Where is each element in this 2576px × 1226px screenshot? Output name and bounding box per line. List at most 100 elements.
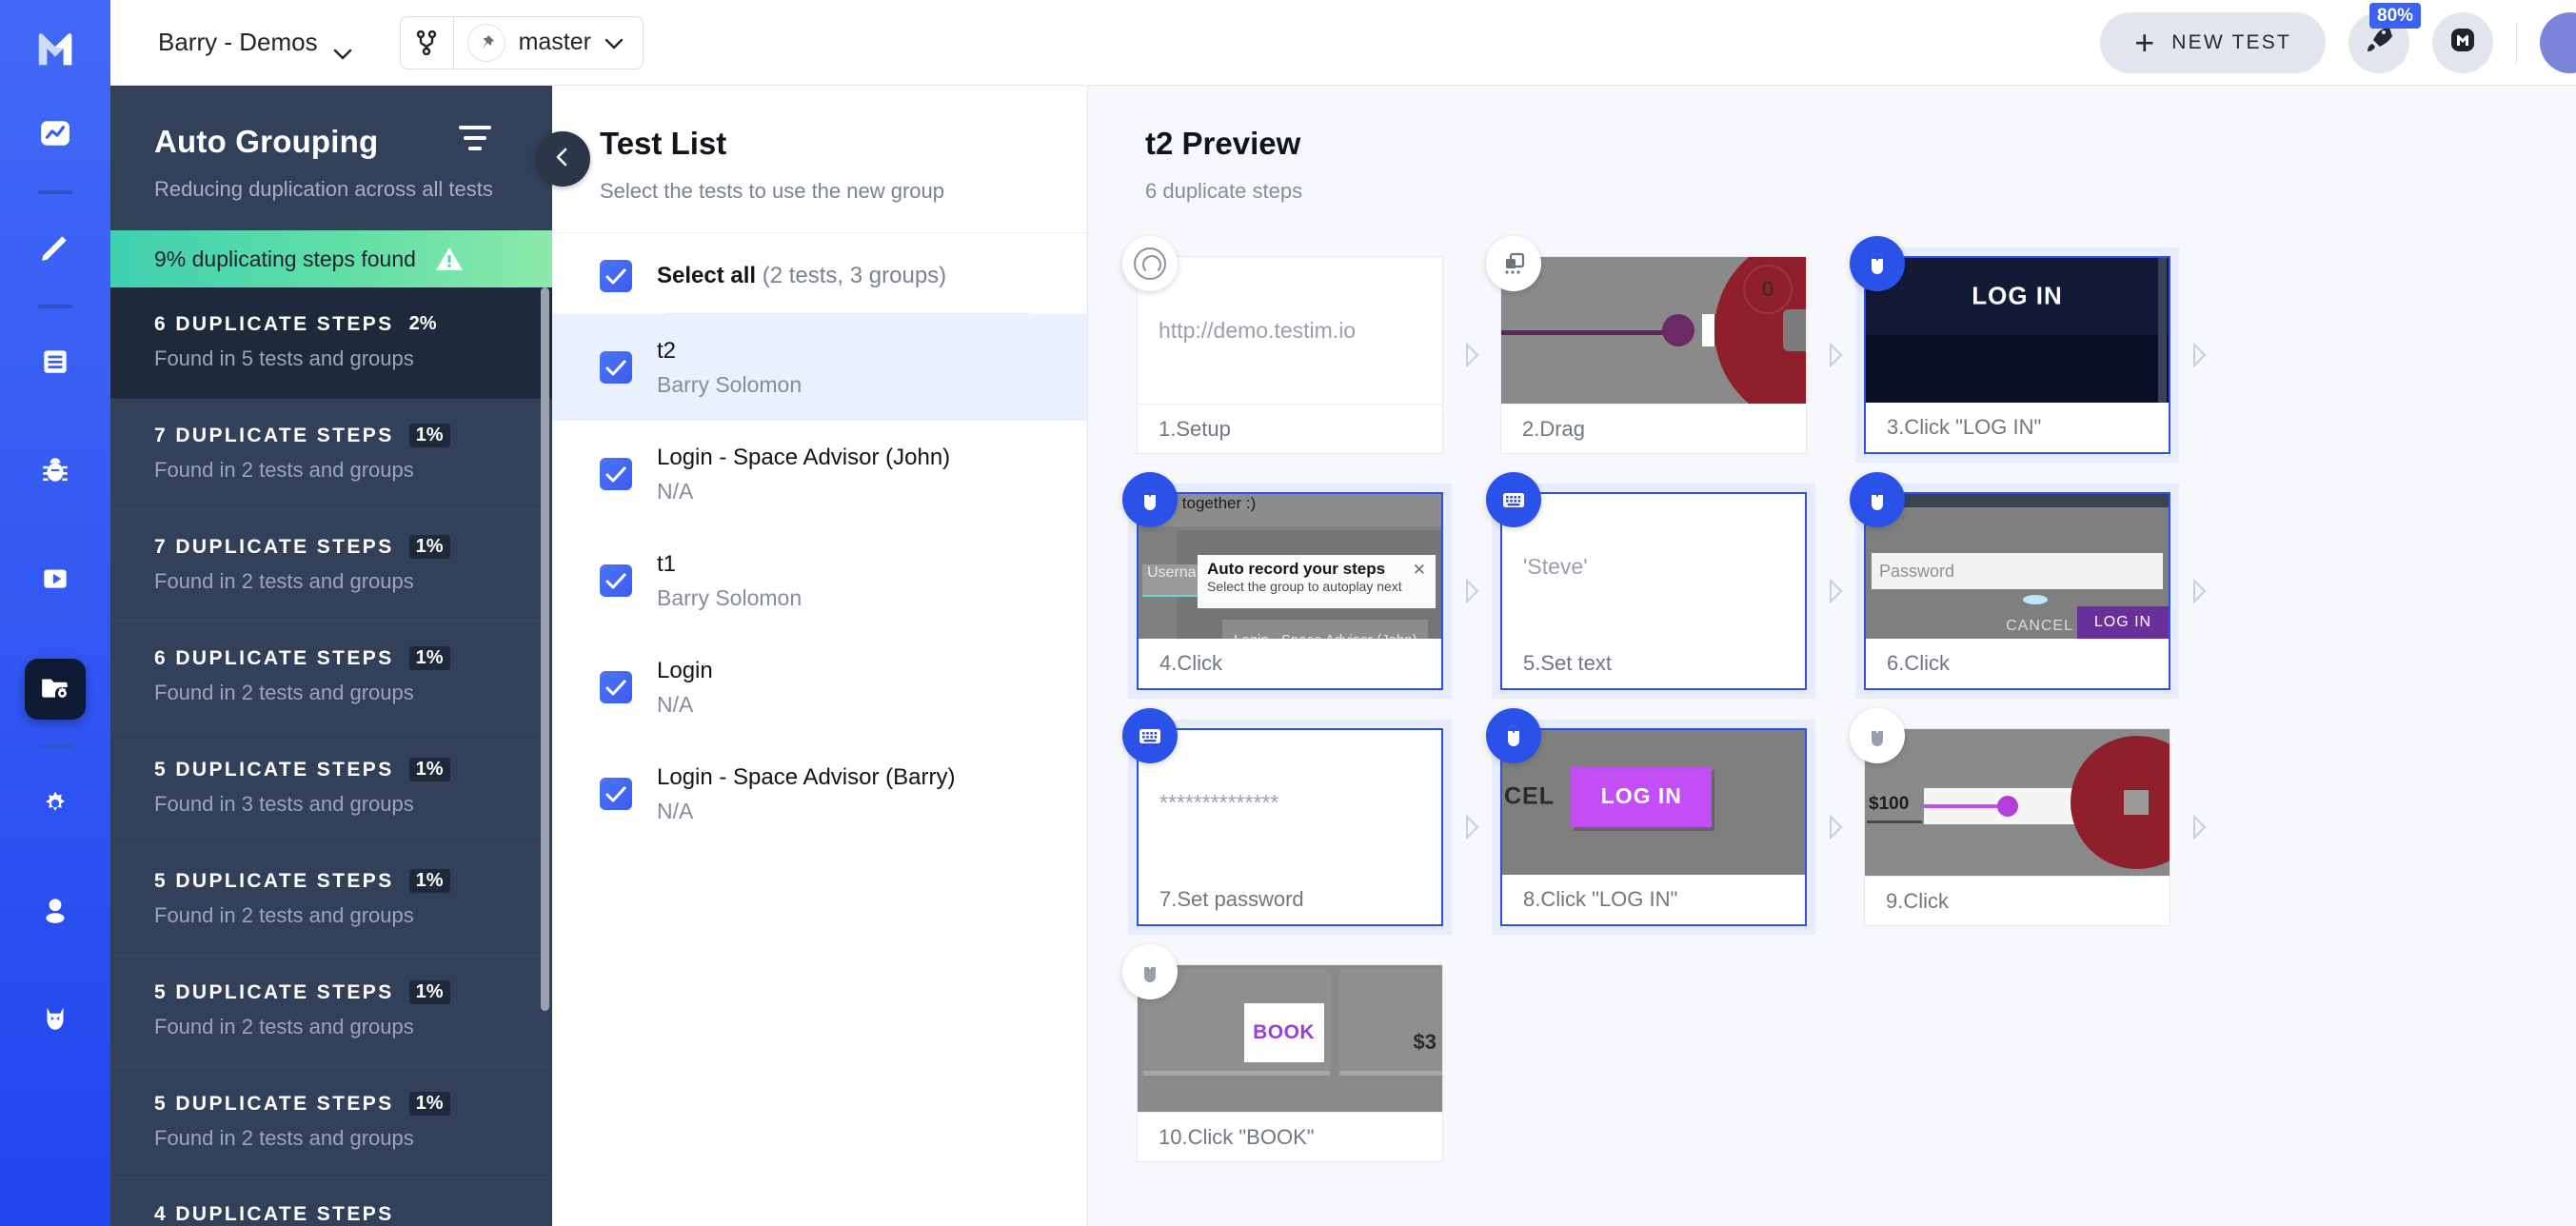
test-item-checkbox[interactable] bbox=[600, 671, 632, 703]
step-card[interactable]: http://demo.testim.io 1.Setup bbox=[1122, 236, 1452, 463]
app-logo[interactable] bbox=[0, 6, 110, 91]
test-item-checkbox[interactable] bbox=[600, 458, 632, 490]
step-label: 6.Click bbox=[1866, 639, 2169, 688]
step-card[interactable]: erse together :) Userna Auto record your… bbox=[1122, 472, 1452, 699]
mouse-icon bbox=[1122, 472, 1178, 527]
test-list-title: Test List bbox=[600, 126, 727, 161]
step-thumbnail: Password CANCEL LOG IN bbox=[1866, 494, 2169, 639]
project-selector[interactable]: Barry - Demos bbox=[158, 28, 352, 59]
duplicate-step-item[interactable]: 6 DUPLICATE STEPS 2% Found in 5 tests an… bbox=[110, 287, 552, 399]
app-logo-button[interactable] bbox=[2432, 11, 2493, 73]
branch-selector[interactable]: master bbox=[399, 15, 644, 69]
step-thumbnail: LOG IN bbox=[1866, 258, 2169, 403]
duplicate-step-item[interactable]: 6 DUPLICATE STEPS 1% Found in 2 tests an… bbox=[110, 622, 552, 733]
filter-icon[interactable] bbox=[459, 126, 491, 150]
sidebar-item-analytics[interactable] bbox=[25, 105, 86, 166]
duplicate-step-item[interactable]: 5 DUPLICATE STEPS 1% Found in 2 tests an… bbox=[110, 844, 552, 956]
test-item-info: t1 Barry Solomon bbox=[657, 550, 802, 611]
slider-price-text: $100 bbox=[1869, 793, 1910, 814]
step-card-wrap: BOOK $3 10.Click "BOOK" bbox=[1122, 944, 1492, 1192]
step-card[interactable]: 0 2.Drag bbox=[1486, 236, 1815, 463]
select-all-label: Select all bbox=[657, 263, 757, 288]
step-card[interactable]: 'Steve' 5.Set text bbox=[1486, 472, 1815, 699]
test-list-item[interactable]: Login - Space Advisor (John) N/A bbox=[552, 421, 1087, 527]
sidebar-item-settings[interactable] bbox=[25, 773, 86, 834]
nav-divider-2 bbox=[38, 305, 72, 308]
sidebar-item-test-list[interactable] bbox=[25, 333, 86, 394]
mouse-icon bbox=[1850, 236, 1905, 291]
sidebar-item-account[interactable] bbox=[25, 881, 86, 942]
test-list-item[interactable]: t2 Barry Solomon bbox=[552, 314, 1087, 421]
person-icon bbox=[39, 894, 71, 931]
duplicate-step-sub: Found in 2 tests and groups bbox=[154, 681, 414, 704]
test-item-owner: N/A bbox=[657, 479, 694, 504]
step-card[interactable]: BOOK $3 10.Click "BOOK" bbox=[1122, 944, 1452, 1171]
step-card[interactable]: $100 9.Click bbox=[1850, 708, 2179, 935]
duplicate-step-item[interactable]: 7 DUPLICATE STEPS 1% Found in 2 tests an… bbox=[110, 510, 552, 622]
project-name: Barry - Demos bbox=[158, 28, 318, 56]
test-list-item[interactable]: Login N/A bbox=[552, 634, 1087, 741]
mouse-icon bbox=[1850, 708, 1905, 763]
duplicate-step-sub: Found in 3 tests and groups bbox=[154, 792, 414, 816]
step-card[interactable]: CEL LOG IN 8.Click "LOG IN" bbox=[1486, 708, 1815, 935]
duplicate-step-item[interactable]: 5 DUPLICATE STEPS 1% Found in 2 tests an… bbox=[110, 956, 552, 1067]
test-list-item[interactable]: Login - Space Advisor (Barry) N/A bbox=[552, 741, 1087, 847]
test-item-checkbox[interactable] bbox=[600, 778, 632, 810]
duplicate-step-sub: Found in 5 tests and groups bbox=[154, 346, 414, 370]
test-list-item[interactable]: t1 Barry Solomon bbox=[552, 527, 1087, 634]
test-item-checkbox[interactable] bbox=[600, 351, 632, 384]
duplicate-step-title: 6 DUPLICATE STEPS bbox=[154, 312, 394, 335]
collapse-panel-button[interactable] bbox=[535, 131, 590, 187]
step-arrow-icon bbox=[1815, 484, 1855, 699]
element-icon bbox=[1486, 236, 1541, 291]
gear-icon bbox=[39, 785, 71, 822]
test-item-info: Login - Space Advisor (John) N/A bbox=[657, 444, 950, 504]
chevron-down-icon bbox=[333, 37, 352, 59]
step-arrow-icon bbox=[2179, 484, 2219, 699]
duplicate-step-title: 4 DUPLICATE STEPS bbox=[154, 1203, 394, 1225]
step-card[interactable]: Password CANCEL LOG IN 6.Click bbox=[1850, 472, 2179, 699]
test-item-checkbox[interactable] bbox=[600, 564, 632, 597]
steps-grid: http://demo.testim.io 1.Setup 0 2.Drag L… bbox=[1088, 204, 2545, 1192]
record-tip-sub: Select the group to autoplay next bbox=[1207, 579, 1402, 594]
close-icon: ✕ bbox=[1412, 561, 1426, 579]
login-button-text: LOG IN bbox=[2077, 606, 2169, 639]
select-all-row[interactable]: Select all (2 tests, 3 groups) bbox=[552, 233, 1087, 292]
duplicate-step-item[interactable]: 4 DUPLICATE STEPS Found in 3 tests and g… bbox=[110, 1178, 552, 1226]
folder-gear-icon bbox=[39, 671, 71, 708]
sidebar-item-auto-grouping[interactable] bbox=[25, 659, 86, 720]
duplicate-step-item[interactable]: 7 DUPLICATE STEPS 1% Found in 2 tests an… bbox=[110, 399, 552, 510]
duplicate-step-item[interactable]: 5 DUPLICATE STEPS 1% Found in 2 tests an… bbox=[110, 1067, 552, 1178]
panel-scrollbar[interactable] bbox=[541, 287, 549, 1011]
mask-icon bbox=[39, 1002, 71, 1039]
select-all-checkbox[interactable] bbox=[600, 260, 632, 292]
duplicate-step-title: 6 DUPLICATE STEPS bbox=[154, 646, 394, 669]
step-card[interactable]: LOG IN 3.Click "LOG IN" bbox=[1850, 236, 2179, 463]
sidebar-item-labs[interactable] bbox=[25, 990, 86, 1051]
duplicate-step-sub: Found in 2 tests and groups bbox=[154, 569, 414, 593]
test-item-info: Login N/A bbox=[657, 657, 713, 718]
step-card-wrap: CEL LOG IN 8.Click "LOG IN" bbox=[1486, 708, 1855, 956]
test-item-owner: N/A bbox=[657, 799, 694, 823]
sidebar-item-editor[interactable] bbox=[25, 219, 86, 280]
branch-dropdown[interactable]: master bbox=[454, 23, 643, 62]
coverage-badge: 80% bbox=[2369, 2, 2422, 30]
step-card-wrap: LOG IN 3.Click "LOG IN" bbox=[1850, 236, 2219, 484]
panel-subtitle: Reducing duplication across all tests bbox=[154, 177, 493, 201]
step-card-wrap: 0 2.Drag bbox=[1486, 236, 1855, 484]
select-all-count: (2 tests, 3 groups) bbox=[762, 263, 947, 288]
auto-grouping-header: Auto Grouping Reducing duplication acros… bbox=[110, 86, 552, 230]
sidebar-item-runs[interactable] bbox=[25, 550, 86, 611]
sidebar-item-bugs[interactable] bbox=[25, 442, 86, 503]
step-thumbnail: http://demo.testim.io bbox=[1138, 257, 1442, 404]
test-item-name: Login bbox=[657, 658, 713, 683]
primary-nav-rail bbox=[0, 0, 110, 1226]
step-card[interactable]: ************** 7.Set password bbox=[1122, 708, 1452, 935]
coverage-rocket-button[interactable]: 80% bbox=[2348, 2, 2422, 73]
duplicate-step-item[interactable]: 5 DUPLICATE STEPS 1% Found in 3 tests an… bbox=[110, 733, 552, 844]
test-list-header: Test List Select the tests to use the ne… bbox=[552, 86, 1087, 233]
avatar[interactable] bbox=[2540, 11, 2576, 73]
pin-icon bbox=[466, 23, 505, 62]
duplicate-steps-list[interactable]: 6 DUPLICATE STEPS 2% Found in 5 tests an… bbox=[110, 287, 552, 1226]
new-test-button[interactable]: + NEW TEST bbox=[2100, 11, 2326, 73]
